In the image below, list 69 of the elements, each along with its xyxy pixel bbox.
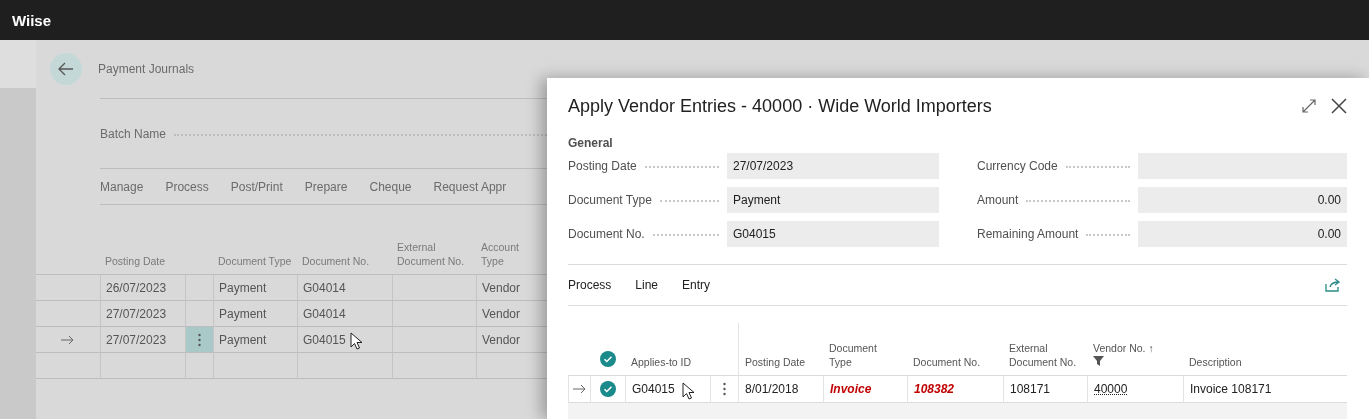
table-cell: 26/07/2023	[106, 280, 167, 295]
table-cell: 108382	[914, 382, 955, 396]
column-header[interactable]: External Document No.	[1009, 341, 1081, 369]
share-icon[interactable]	[1325, 278, 1341, 292]
table-cell: Invoice 108171	[1190, 382, 1272, 396]
action-menu-item[interactable]: Post/Print	[230, 179, 283, 194]
table-cell: 27/07/2023	[106, 332, 167, 347]
input-field[interactable]: 0.00	[1138, 221, 1347, 247]
table-cell: Vendor	[482, 332, 521, 347]
section-heading: General	[568, 136, 614, 150]
action-menu-item[interactable]: Cheque	[369, 179, 412, 194]
field-label: Document Type	[568, 193, 652, 207]
table-cell: G04014	[303, 306, 346, 321]
more-options-icon[interactable]	[723, 382, 726, 396]
action-menu-item[interactable]: Line	[635, 278, 659, 292]
leader-line	[1065, 165, 1130, 170]
table-cell: Payment	[219, 306, 267, 321]
table-cell: Vendor	[482, 306, 521, 321]
expand-icon[interactable]	[1301, 98, 1317, 114]
column-header[interactable]: Description	[1189, 355, 1242, 369]
input-field[interactable]: 27/07/2023	[727, 153, 939, 179]
close-icon[interactable]	[1331, 98, 1347, 114]
action-menu-item[interactable]: Entry	[682, 278, 711, 292]
table-cell: 108171	[1010, 382, 1051, 396]
more-options-icon	[198, 332, 201, 347]
input-field[interactable]: 0.00	[1138, 187, 1347, 213]
leader-line	[652, 233, 719, 238]
table-cell: Invoice	[830, 382, 872, 396]
leader-line	[659, 199, 719, 204]
column-header[interactable]: Document No.	[913, 355, 981, 369]
input-field[interactable]: G04015	[727, 221, 939, 247]
table-cell: 27/07/2023	[106, 306, 167, 321]
back-button[interactable]	[50, 53, 82, 85]
field-label: Document No.	[568, 227, 645, 241]
field-label: Currency Code	[977, 159, 1058, 173]
app-title: Wiise	[12, 11, 52, 29]
column-header[interactable]: Posting Date	[745, 355, 806, 369]
table-cell: G04015	[303, 332, 346, 347]
checked-circle-icon[interactable]	[599, 351, 616, 367]
row-menu-button[interactable]	[185, 327, 213, 353]
back-arrow-icon	[58, 62, 74, 76]
action-menu-item[interactable]: Prepare	[304, 179, 348, 194]
mouse-cursor-icon	[682, 382, 695, 400]
input-field[interactable]: Payment	[727, 187, 939, 213]
page-title: Payment Journals	[98, 62, 195, 76]
sort-indicator: ↑	[1148, 341, 1154, 355]
table-cell: G04015	[632, 382, 675, 396]
column-header[interactable]: Applies-to ID	[631, 355, 692, 369]
vendor-link[interactable]: 40000	[1094, 382, 1128, 396]
mouse-cursor-icon	[350, 332, 363, 350]
field-label: Batch Name	[100, 126, 167, 141]
action-menu-item[interactable]: Process	[165, 179, 209, 194]
dialog-title: Apply Vendor Entries - 40000 · Wide World Importers	[568, 95, 993, 117]
table-cell: G04014	[303, 280, 346, 295]
action-menu-item[interactable]: Request Appr	[433, 179, 507, 194]
field-label: Posting Date	[568, 159, 637, 173]
action-menu-item[interactable]: Manage	[100, 179, 144, 194]
table-cell: Vendor	[482, 280, 521, 295]
column-header[interactable]: Document Type	[829, 341, 901, 369]
leader-line	[1086, 233, 1130, 238]
table-cell: Payment	[219, 332, 267, 347]
column-header[interactable]: Vendor No.	[1093, 341, 1146, 355]
field-label: Remaining Amount	[977, 227, 1079, 241]
table-cell	[185, 353, 213, 379]
checked-circle-icon[interactable]	[600, 381, 616, 397]
action-menu-item[interactable]: Process	[568, 278, 612, 292]
table-cell: 8/01/2018	[745, 382, 799, 396]
table-cell: Payment	[219, 280, 267, 295]
field-label: Amount	[977, 193, 1019, 207]
